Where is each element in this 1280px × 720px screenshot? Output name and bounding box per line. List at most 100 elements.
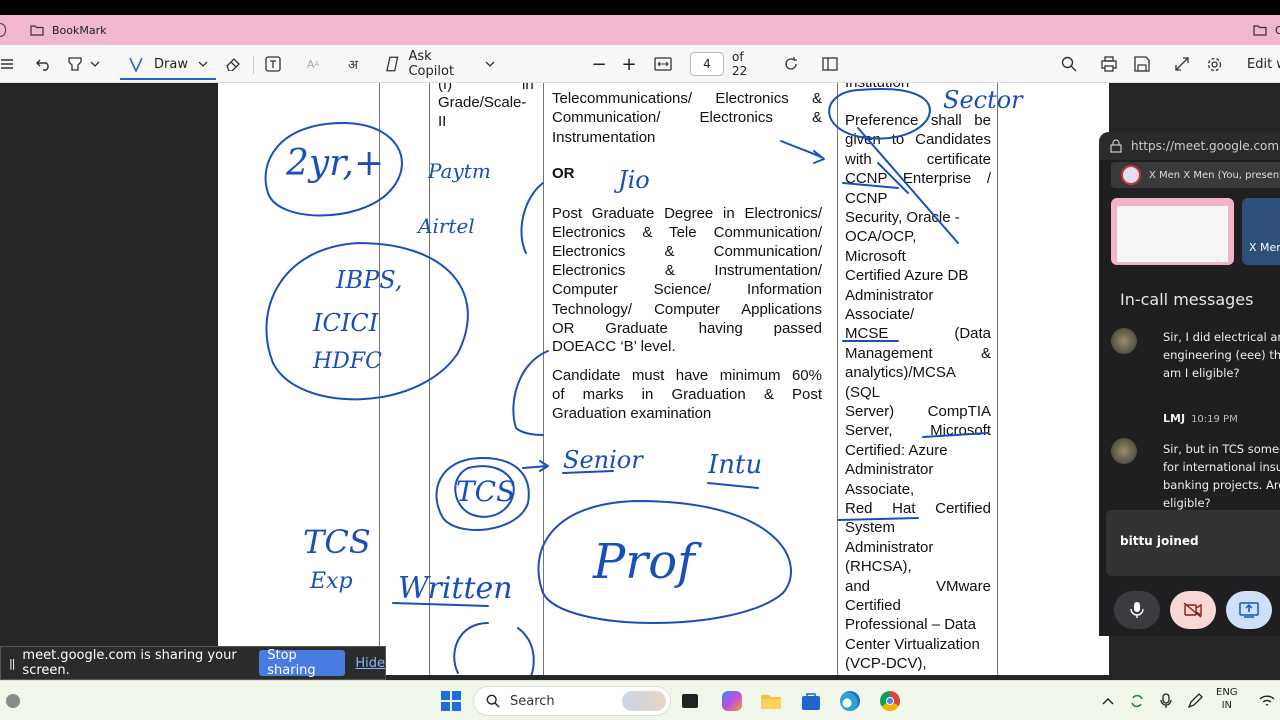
present-screen-button[interactable] bbox=[1226, 591, 1272, 629]
ink-written: Written bbox=[398, 571, 513, 606]
share-message: meet.google.com is sharing your screen. bbox=[22, 648, 237, 678]
copilot-icon bbox=[386, 56, 399, 72]
ask-copilot-button[interactable]: Ask Copilot bbox=[385, 49, 495, 79]
undo-icon[interactable] bbox=[33, 52, 55, 76]
task-view-icon[interactable] bbox=[677, 689, 703, 713]
ink-arrow-senior bbox=[522, 460, 549, 472]
search-highlight-icon bbox=[622, 691, 666, 711]
ink-underline-microsoft bbox=[922, 432, 989, 438]
page-view-icon[interactable] bbox=[819, 52, 841, 76]
start-icon[interactable] bbox=[438, 689, 464, 713]
eraser-icon[interactable] bbox=[222, 52, 244, 76]
gear-icon[interactable] bbox=[1203, 52, 1225, 76]
microphone-icon bbox=[1130, 602, 1144, 618]
tab-prev-edge[interactable] bbox=[0, 15, 8, 45]
handwriting-ink-layer: 2yr,+ IBPS, ICICI HDFC TCS Senior Intu P… bbox=[264, 86, 1024, 675]
ink-underline-redhat bbox=[837, 517, 919, 521]
language-line-2: IN bbox=[1221, 700, 1232, 711]
chat-message: Sir, but in TCS someo for international i… bbox=[1163, 440, 1280, 512]
ink-prof: Prof bbox=[592, 534, 702, 590]
fullscreen-icon[interactable] bbox=[1171, 52, 1193, 76]
print-icon[interactable] bbox=[1098, 52, 1120, 76]
camera-button[interactable] bbox=[1170, 591, 1216, 629]
chevron-up-icon[interactable] bbox=[1095, 689, 1121, 713]
avatar bbox=[1121, 165, 1141, 185]
ink-jio: Jio bbox=[613, 166, 650, 194]
presenter-row[interactable]: X Men X Men (You, present bbox=[1111, 162, 1280, 188]
tab-edge-icon bbox=[0, 23, 6, 37]
ink-underline-ccnp bbox=[842, 182, 899, 189]
ink-intu: Intu bbox=[707, 450, 762, 480]
chevron-down-icon bbox=[198, 61, 208, 67]
participant-tile[interactable]: X Men bbox=[1242, 198, 1280, 265]
taskbar-search[interactable]: Search bbox=[473, 686, 671, 716]
lock-icon bbox=[1110, 139, 1122, 153]
camera-off-icon bbox=[1183, 602, 1202, 618]
zoom-in-button[interactable]: + bbox=[620, 52, 638, 76]
highlighter-icon bbox=[68, 57, 82, 71]
pen-icon[interactable] bbox=[1182, 689, 1208, 713]
edge-icon[interactable] bbox=[837, 689, 863, 713]
zoom-out-button[interactable]: − bbox=[590, 52, 608, 76]
ink-sector: Sector bbox=[943, 86, 1024, 114]
read-aloud-icon[interactable]: अ bbox=[340, 52, 366, 76]
language-indicator[interactable]: ENG IN bbox=[1216, 686, 1238, 712]
search-icon[interactable] bbox=[1058, 52, 1080, 76]
pen-icon bbox=[129, 57, 143, 72]
page-number-input[interactable]: 4 bbox=[690, 52, 724, 76]
browser-tab-bar: BookMark O bbox=[0, 15, 1280, 45]
wifi-icon[interactable] bbox=[1254, 689, 1280, 713]
file-explorer-icon[interactable] bbox=[758, 689, 784, 713]
avatar bbox=[1111, 328, 1137, 354]
screen-share-banner: || meet.google.com is sharing your scree… bbox=[0, 646, 386, 680]
highlight-button[interactable] bbox=[64, 52, 102, 76]
chat-message: Sir, I did electrical and engineering (ee… bbox=[1163, 328, 1280, 382]
language-line-1: ENG bbox=[1216, 687, 1238, 698]
microphone-button[interactable] bbox=[1114, 591, 1160, 629]
fit-width-icon[interactable] bbox=[652, 52, 674, 76]
hide-link[interactable]: Hide bbox=[355, 656, 385, 671]
sync-icon[interactable] bbox=[1124, 689, 1150, 713]
save-icon[interactable] bbox=[1131, 52, 1153, 76]
avatar bbox=[1111, 438, 1137, 464]
chevron-down-icon bbox=[90, 61, 100, 67]
toolbar-divider bbox=[253, 56, 254, 74]
ink-arrow-pref bbox=[780, 140, 825, 164]
draw-button[interactable]: Draw bbox=[120, 50, 216, 80]
window-top-strip bbox=[0, 0, 1280, 15]
search-label: Search bbox=[510, 693, 555, 709]
ink-2yr: 2yr,+ bbox=[285, 143, 384, 184]
ink-bracket-2 bbox=[520, 182, 544, 254]
ink-airtel: Airtel bbox=[416, 214, 475, 238]
text-box-icon[interactable] bbox=[262, 52, 284, 76]
ink-ibps: IBPS, bbox=[335, 266, 402, 294]
rotate-icon[interactable] bbox=[780, 52, 802, 76]
chrome-icon[interactable] bbox=[877, 689, 903, 713]
folder-icon bbox=[1253, 25, 1267, 36]
pdf-toolbar: Draw AA अ Ask Copilot − + 4 of 22 Edit bbox=[0, 45, 1280, 83]
microphone-icon[interactable] bbox=[1153, 689, 1179, 713]
presenter-label: X Men X Men (You, present bbox=[1149, 169, 1280, 181]
chat-message-line: engineering (eee) tha bbox=[1163, 348, 1280, 362]
pause-icon: || bbox=[9, 656, 16, 670]
tab-right[interactable]: O bbox=[1253, 15, 1280, 45]
ink-circle-preference bbox=[828, 87, 931, 140]
edit-with-button[interactable]: Edit w bbox=[1247, 52, 1280, 76]
screen-share-thumbnail[interactable] bbox=[1111, 198, 1234, 265]
copilot-label: Ask Copilot bbox=[408, 49, 455, 79]
store-icon[interactable] bbox=[798, 689, 824, 713]
menu-icon[interactable] bbox=[0, 52, 14, 76]
widgets-icon[interactable] bbox=[0, 689, 26, 713]
present-icon bbox=[1239, 602, 1259, 618]
meet-panel: https://meet.google.com X Men X Men (You… bbox=[1099, 132, 1280, 636]
stop-sharing-button[interactable]: Stop sharing bbox=[259, 648, 346, 678]
ink-hdfc: HDFC bbox=[312, 349, 382, 374]
ink-senior: Senior bbox=[563, 446, 644, 474]
copilot-icon[interactable] bbox=[719, 689, 745, 713]
search-icon bbox=[486, 694, 500, 708]
text-size-icon[interactable]: AA bbox=[302, 52, 324, 76]
ink-tcs: TCS bbox=[303, 523, 371, 561]
tab-bookmark[interactable]: BookMark bbox=[30, 15, 107, 45]
draw-label: Draw bbox=[154, 56, 188, 72]
ink-circle-written bbox=[453, 622, 535, 675]
